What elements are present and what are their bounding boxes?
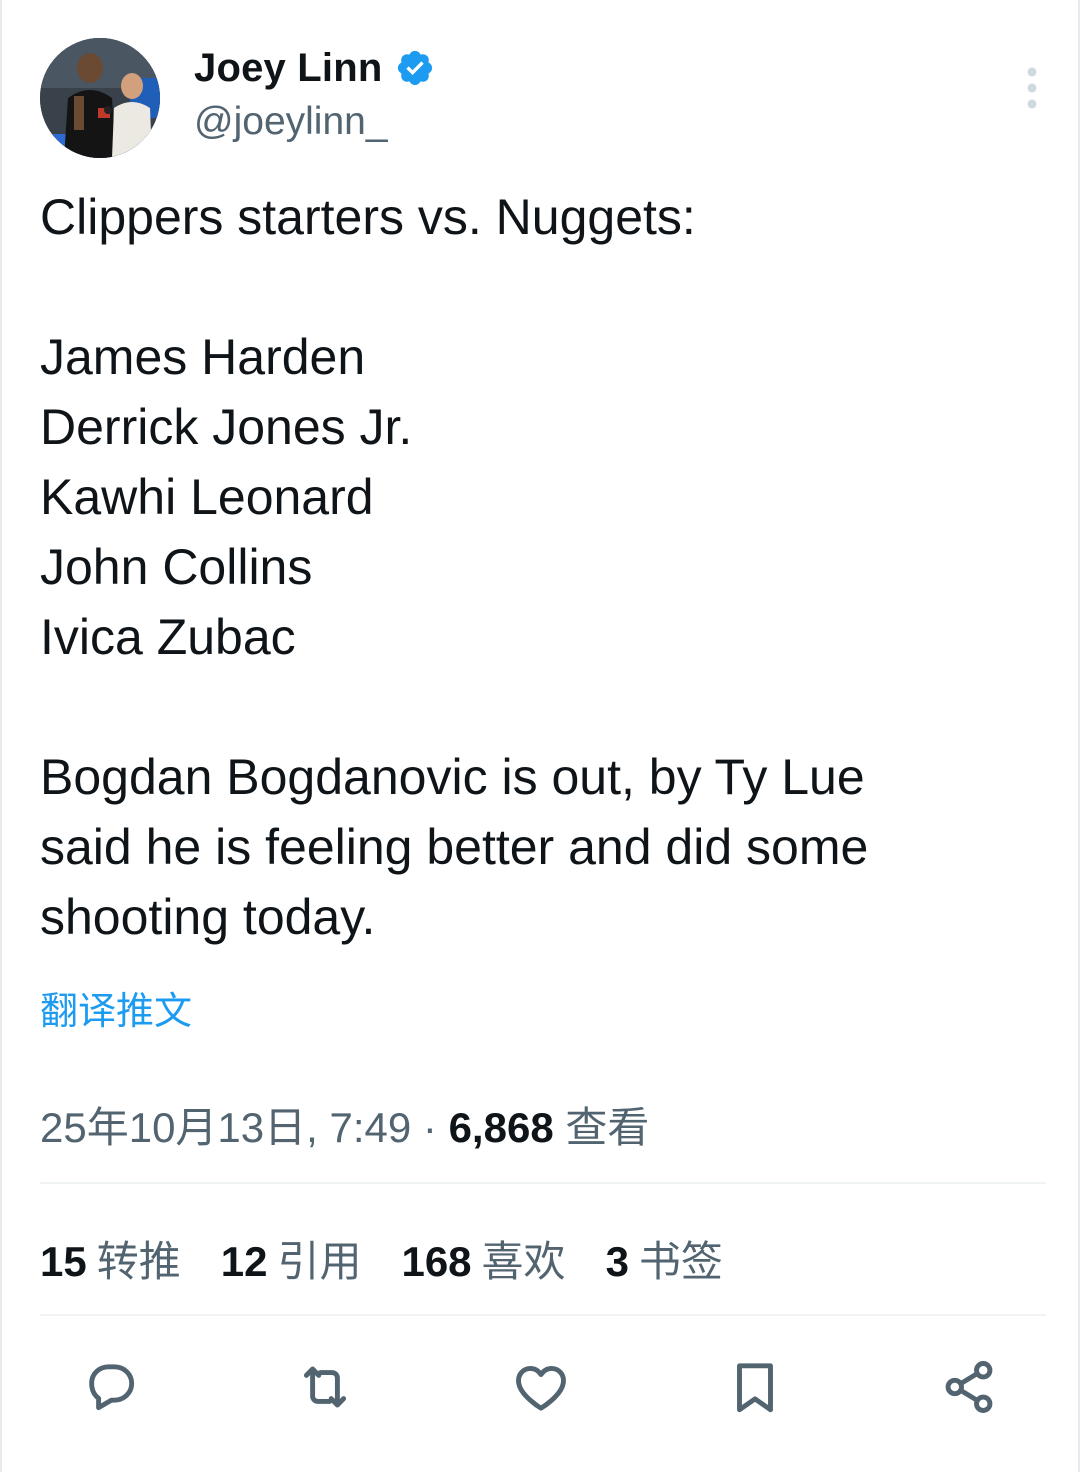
tweet-line-gap [40, 252, 1030, 322]
engagement-stats: 15 转推 12 引用 168 喜欢 3 书签 [40, 1228, 763, 1289]
bookmark-icon [737, 1363, 773, 1413]
stat-quotes[interactable]: 12 引用 [221, 1228, 362, 1289]
bookmark-button[interactable] [720, 1352, 790, 1422]
action-bar [2, 1352, 1080, 1432]
stat-label: 喜欢 [481, 1238, 566, 1285]
retweet-button[interactable] [290, 1352, 360, 1422]
stat-retweets[interactable]: 15 转推 [40, 1228, 181, 1289]
tweet-line: said he is feeling better and did some [40, 819, 869, 875]
tweet-line: Derrick Jones Jr. [40, 399, 413, 455]
meta-separator: · [422, 1104, 437, 1151]
divider [40, 1314, 1046, 1316]
stat-count: 3 [605, 1238, 629, 1285]
tweet-meta: 25年10月13日, 7:49 · 6,868 查看 [40, 1094, 649, 1155]
tweet-line: Clippers starters vs. Nuggets: [40, 189, 696, 245]
reply-icon [89, 1364, 135, 1411]
tweet-text: Clippers starters vs. Nuggets: James Har… [40, 182, 1030, 952]
stat-label: 引用 [277, 1238, 362, 1285]
handle[interactable]: @joeylinn_ [194, 100, 435, 144]
views-label: 查看 [565, 1104, 650, 1151]
translate-tweet-link[interactable]: 翻译推文 [40, 980, 192, 1035]
tweet-detail-frame: Joey Linn @joeylinn_ Clippers starters v… [0, 0, 1080, 1472]
author-names: Joey Linn @joeylinn_ [194, 42, 435, 144]
display-name[interactable]: Joey Linn [194, 46, 383, 91]
divider [40, 1182, 1046, 1184]
avatar[interactable] [40, 38, 160, 158]
views-count: 6,868 [448, 1104, 554, 1151]
tweet-line: John Collins [40, 539, 313, 595]
share-button[interactable] [934, 1352, 1004, 1422]
stat-likes[interactable]: 168 喜欢 [401, 1228, 565, 1289]
stat-count: 15 [40, 1238, 87, 1285]
verified-badge-icon [397, 50, 432, 86]
tweet-line: James Harden [40, 329, 366, 385]
heart-icon [516, 1365, 566, 1411]
tweet-line-gap [40, 672, 1030, 742]
stat-bookmarks[interactable]: 3 书签 [606, 1228, 723, 1289]
stat-count: 168 [401, 1238, 472, 1285]
tweet-line: Kawhi Leonard [40, 469, 374, 525]
tweet-header: Joey Linn @joeylinn_ [40, 38, 1050, 160]
share-icon [945, 1361, 993, 1413]
stat-count: 12 [220, 1238, 268, 1285]
stat-label: 书签 [638, 1238, 723, 1285]
like-button[interactable] [506, 1352, 576, 1422]
avatar-photo [40, 38, 160, 158]
stat-label: 转推 [96, 1238, 181, 1285]
retweet-icon [303, 1366, 347, 1408]
reply-button[interactable] [76, 1352, 146, 1422]
display-name-row: Joey Linn [194, 42, 435, 94]
more-options-icon[interactable] [1020, 66, 1044, 110]
timestamp[interactable]: 25年10月13日, 7:49 [40, 1104, 411, 1151]
tweet-line: Ivica Zubac [40, 609, 296, 665]
tweet-line: Bogdan Bogdanovic is out, by Ty Lue [40, 749, 865, 805]
tweet-line: shooting today. [40, 889, 376, 945]
